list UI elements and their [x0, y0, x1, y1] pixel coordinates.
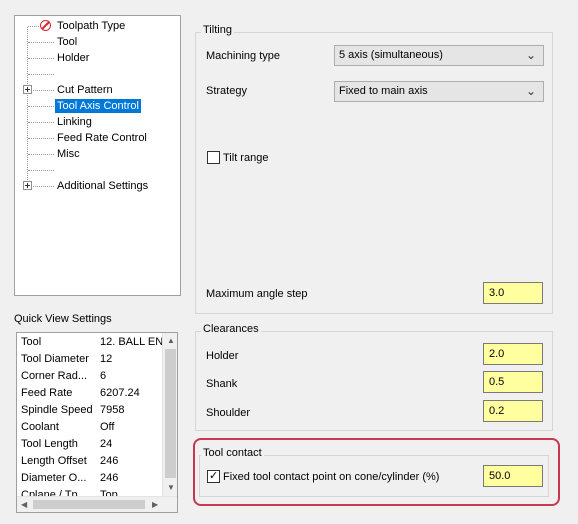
tree-item-label: Additional Settings — [57, 180, 149, 192]
tree-item-label: Holder — [57, 52, 90, 64]
shank-clearance-field[interactable]: 0.5 — [483, 371, 543, 393]
item-key: Diameter O... — [21, 472, 87, 484]
scroll-up-icon[interactable]: ▲ — [167, 336, 175, 346]
scroll-down-icon[interactable]: ▼ — [167, 483, 175, 493]
item-key: Length Offset — [21, 455, 87, 467]
quick-view-title: Quick View Settings — [14, 313, 112, 325]
item-value: 12 — [100, 353, 113, 365]
tree-item-label: Feed Rate Control — [57, 132, 147, 144]
tree-item-label: Tool — [57, 36, 78, 48]
item-value: 246 — [100, 455, 119, 467]
machining-type-value: 5 axis (simultaneous) — [339, 49, 443, 61]
tilting-title: Tilting — [201, 24, 234, 36]
item-value: Off — [100, 421, 115, 433]
item-key: Feed Rate — [21, 387, 73, 399]
no-entry-icon — [40, 20, 51, 31]
item-key: Tool Length — [21, 438, 78, 450]
item-key: Coolant — [21, 421, 59, 433]
tree-trunk — [27, 27, 28, 188]
horizontal-scrollbar[interactable]: ◀ ▶ — [17, 496, 177, 512]
item-key: Corner Rad... — [21, 370, 88, 382]
expand-icon[interactable] — [23, 181, 32, 190]
highlight-annotation — [193, 438, 560, 506]
item-key: Tool Diameter — [21, 353, 89, 365]
vertical-scrollbar[interactable]: ▲ ▼ — [162, 333, 177, 496]
tilt-range-checkbox[interactable] — [207, 151, 220, 164]
tilting-group — [195, 32, 553, 314]
max-angle-label: Maximum angle step — [206, 288, 308, 300]
shoulder-label: Shoulder — [206, 407, 251, 419]
holder-clearance-field[interactable]: 2.0 — [483, 343, 543, 365]
expand-icon[interactable] — [23, 85, 32, 94]
tilt-range-label: Tilt range — [223, 152, 269, 164]
machining-type-select[interactable]: 5 axis (simultaneous) ⌄ — [334, 45, 544, 66]
chevron-down-icon: ⌄ — [525, 48, 536, 62]
machining-type-label: Machining type — [206, 50, 280, 62]
tree-item-label: Tool Axis Control — [55, 99, 141, 113]
item-key: Spindle Speed — [21, 404, 93, 416]
item-value: 12. BALL EN — [100, 336, 164, 348]
quick-view-list[interactable]: Tool 12. BALL EN Tool Diameter 12 Corner R… — [16, 332, 178, 513]
tree-item-label: Toolpath Type — [57, 20, 126, 32]
scroll-right-icon[interactable]: ▶ — [152, 500, 158, 510]
item-value: 6207.24 — [100, 387, 140, 399]
holder-label: Holder — [206, 350, 239, 362]
tree-item-label: Linking — [57, 116, 92, 128]
item-value: 7958 — [100, 404, 125, 416]
strategy-label: Strategy — [206, 85, 247, 97]
item-key: Tool — [21, 336, 42, 348]
tree-item-label: Cut Pattern — [57, 84, 113, 96]
strategy-value: Fixed to main axis — [339, 85, 428, 97]
parameter-tree[interactable]: Toolpath Type Tool Holder Cut Pattern To… — [14, 15, 181, 296]
shoulder-clearance-field[interactable]: 0.2 — [483, 400, 543, 422]
scroll-left-icon[interactable]: ◀ — [21, 500, 27, 510]
scrollbar-thumb[interactable] — [33, 500, 145, 509]
item-value: 24 — [100, 438, 113, 450]
clearances-title: Clearances — [201, 323, 261, 335]
shank-label: Shank — [206, 378, 238, 390]
item-value: 6 — [100, 370, 107, 382]
max-angle-field[interactable]: 3.0 — [483, 282, 543, 304]
scrollbar-thumb[interactable] — [165, 349, 176, 478]
tree-item-label: Misc — [57, 148, 80, 160]
strategy-select[interactable]: Fixed to main axis ⌄ — [334, 81, 544, 102]
chevron-down-icon: ⌄ — [525, 84, 536, 98]
item-value: 246 — [100, 472, 119, 484]
